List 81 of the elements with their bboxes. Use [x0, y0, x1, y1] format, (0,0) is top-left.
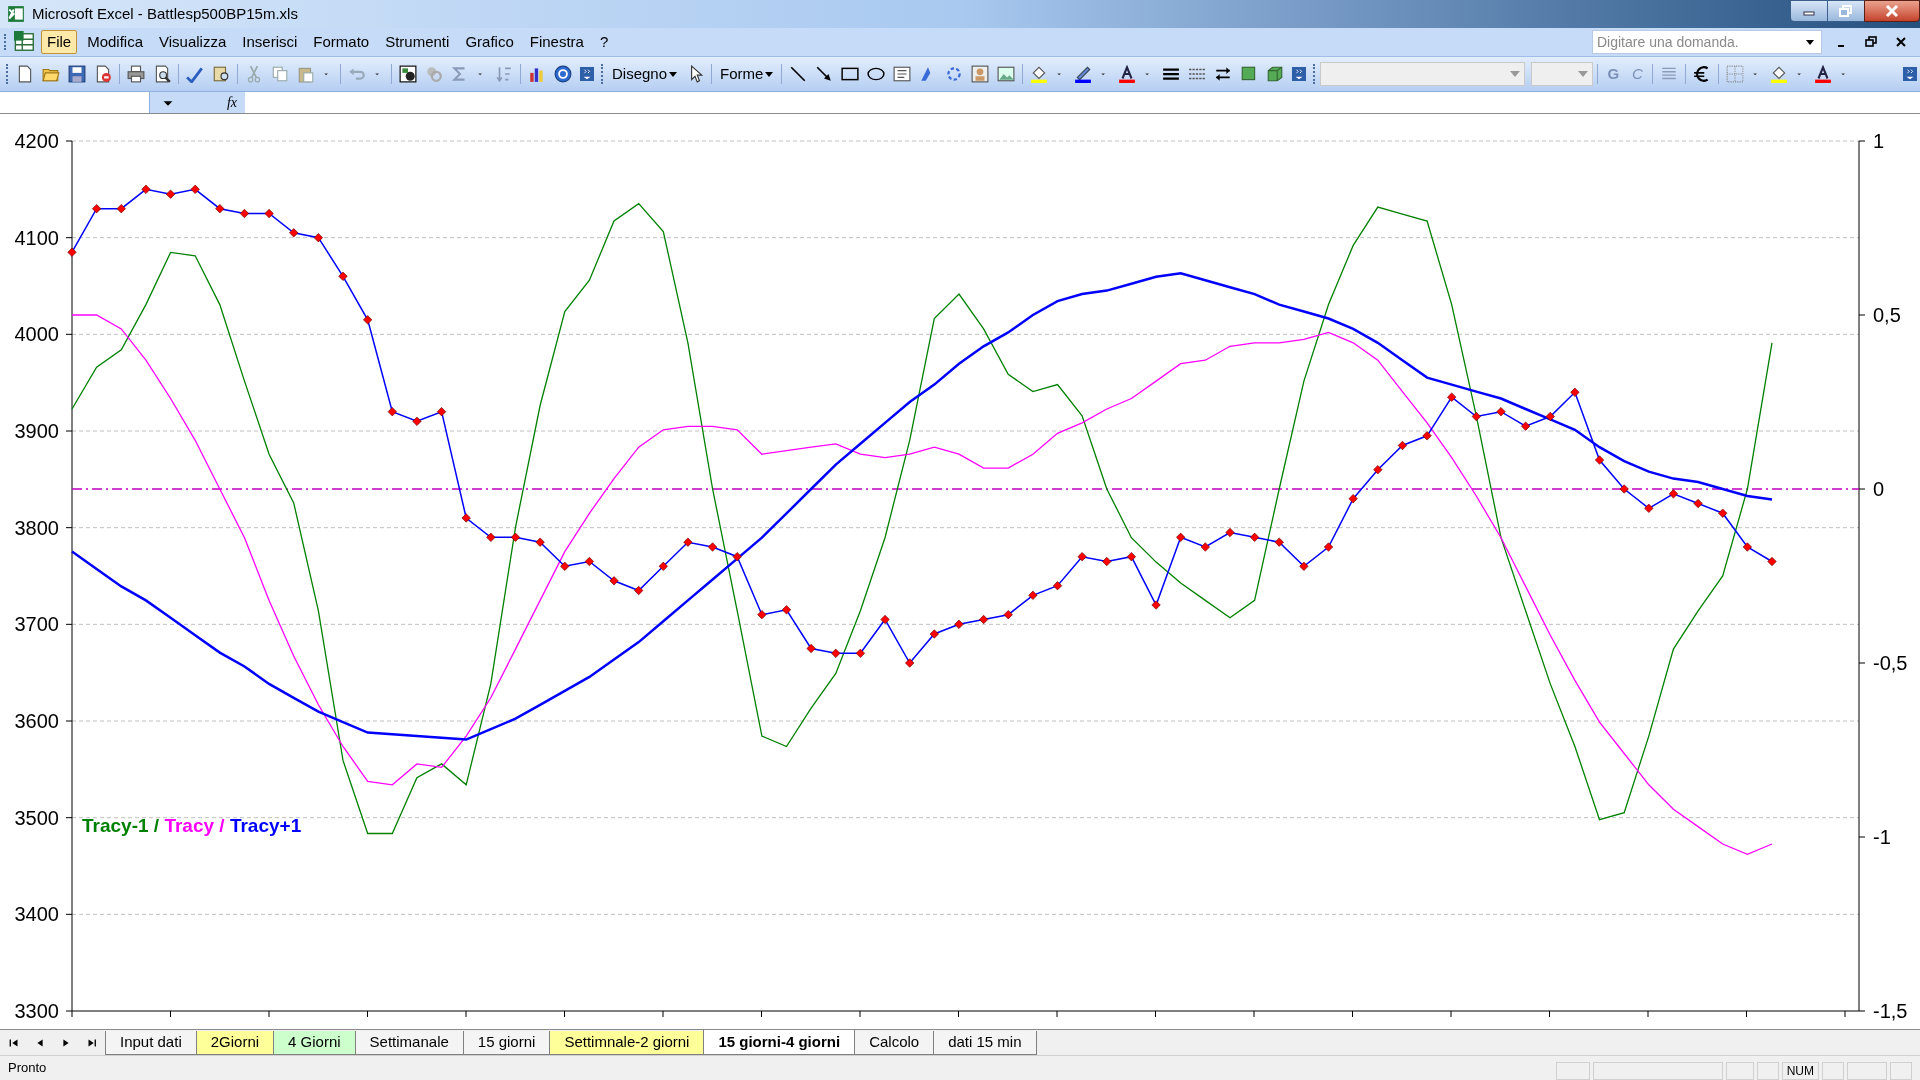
clip-art-icon[interactable]: [971, 65, 990, 83]
permission-icon[interactable]: [94, 65, 112, 83]
menu-item[interactable]: Grafico: [459, 30, 520, 54]
spreadsheet-icon[interactable]: [14, 31, 36, 53]
menu-item[interactable]: Formato: [307, 30, 376, 54]
sheet-tab[interactable]: 2Giorni: [195, 1031, 275, 1055]
arrow-icon[interactable]: [815, 65, 834, 83]
excel-icon: [7, 5, 25, 23]
menu-item[interactable]: ?: [593, 30, 615, 54]
fill-color-icon[interactable]: [1770, 65, 1789, 83]
menu-item[interactable]: Visualizza: [153, 30, 233, 54]
arrow-style-icon[interactable]: [1214, 65, 1233, 83]
line-color-icon[interactable]: [1074, 65, 1093, 83]
paste-icon[interactable]: [297, 65, 315, 83]
fill-color-icon[interactable]: [1030, 65, 1049, 83]
sheet-tab[interactable]: Settimanale: [354, 1031, 464, 1055]
diagram-icon[interactable]: [945, 65, 964, 83]
axis-label: 3400: [14, 903, 59, 926]
sheet-tab[interactable]: Settimnale-2 giorni: [549, 1031, 705, 1055]
chart-wizard-icon[interactable]: [528, 65, 546, 83]
menu-item[interactable]: Inserisci: [236, 30, 304, 54]
legend-text: Tracy-1 / Tracy / Tracy+1: [82, 814, 302, 838]
axis-label: 1: [1873, 130, 1885, 152]
axis-label: 0: [1873, 478, 1885, 500]
font-color-icon[interactable]: [1118, 65, 1137, 83]
caret-icon: [765, 70, 774, 78]
line-icon[interactable]: [789, 65, 808, 83]
picture-icon[interactable]: [997, 65, 1016, 83]
toolbar-menu-button[interactable]: Disegno: [608, 61, 682, 87]
axis-label: 3800: [14, 516, 59, 539]
axis-label: 3300: [14, 1000, 59, 1022]
close-button[interactable]: [1864, 0, 1920, 22]
print-preview-icon[interactable]: [153, 65, 171, 83]
restore-button[interactable]: [1828, 0, 1864, 22]
menu-item[interactable]: Finestra: [523, 30, 590, 54]
axis-label: 0,5: [1873, 304, 1901, 326]
new-document-icon[interactable]: [16, 65, 34, 83]
sheet-tab[interactable]: Input dati: [105, 1031, 197, 1055]
window-title: Microsoft Excel - Battlesp500BP15m.xls: [32, 3, 298, 24]
axis-label: 4000: [14, 323, 59, 346]
menu-item[interactable]: Strumenti: [379, 30, 456, 54]
status-text: Pronto: [8, 1059, 47, 1078]
research-icon[interactable]: [212, 65, 230, 83]
axis-label: -1: [1873, 826, 1891, 848]
sheet-tab[interactable]: 15 giorni-4 giorni: [703, 1030, 856, 1055]
caret-icon: [1510, 70, 1521, 78]
help-search-field[interactable]: Digitare una domanda.: [1592, 30, 1822, 54]
line-style-icon[interactable]: [1162, 65, 1181, 83]
caret-icon[interactable]: [1803, 37, 1817, 47]
axis-label: 4200: [14, 130, 59, 152]
axis-label: 3700: [14, 613, 59, 636]
axis-label: 4100: [14, 226, 59, 249]
caret-icon: [669, 70, 678, 78]
save-icon[interactable]: [68, 65, 86, 83]
rectangle-icon[interactable]: [841, 65, 860, 83]
axis-label: 3500: [14, 806, 59, 829]
restore-icon: [1839, 5, 1853, 17]
axis-label: -1,5: [1873, 1000, 1908, 1022]
sheet-tab[interactable]: 15 giorni: [462, 1031, 551, 1055]
sheet-tab[interactable]: 4 Giorni: [273, 1031, 356, 1055]
sheet-tab[interactable]: Calcolo: [854, 1031, 935, 1055]
insert-function-button[interactable]: fx: [226, 92, 237, 113]
toolbar-menu-button[interactable]: Forme: [716, 61, 778, 87]
sheet-tab[interactable]: dati 15 min: [933, 1031, 1037, 1055]
3d-icon[interactable]: [1266, 65, 1285, 83]
text-box-icon[interactable]: [893, 65, 912, 83]
font-color-icon[interactable]: [1814, 65, 1833, 83]
help-icon[interactable]: [554, 65, 572, 83]
status-indicator: NUM: [1781, 1062, 1819, 1080]
spell-check-icon[interactable]: [186, 65, 204, 83]
oval-icon[interactable]: [867, 65, 886, 83]
caret-icon: [1578, 70, 1589, 78]
axis-label: -0,5: [1873, 652, 1908, 674]
axis-label: 3600: [14, 710, 59, 732]
close-icon: [1884, 4, 1900, 18]
minimize-button[interactable]: [1790, 0, 1828, 22]
restore-icon[interactable]: [1863, 34, 1879, 50]
print-icon[interactable]: [127, 65, 145, 83]
axis-label: 3900: [14, 420, 59, 442]
menu-item[interactable]: Modifica: [81, 30, 150, 54]
menu-item[interactable]: File: [41, 30, 78, 54]
